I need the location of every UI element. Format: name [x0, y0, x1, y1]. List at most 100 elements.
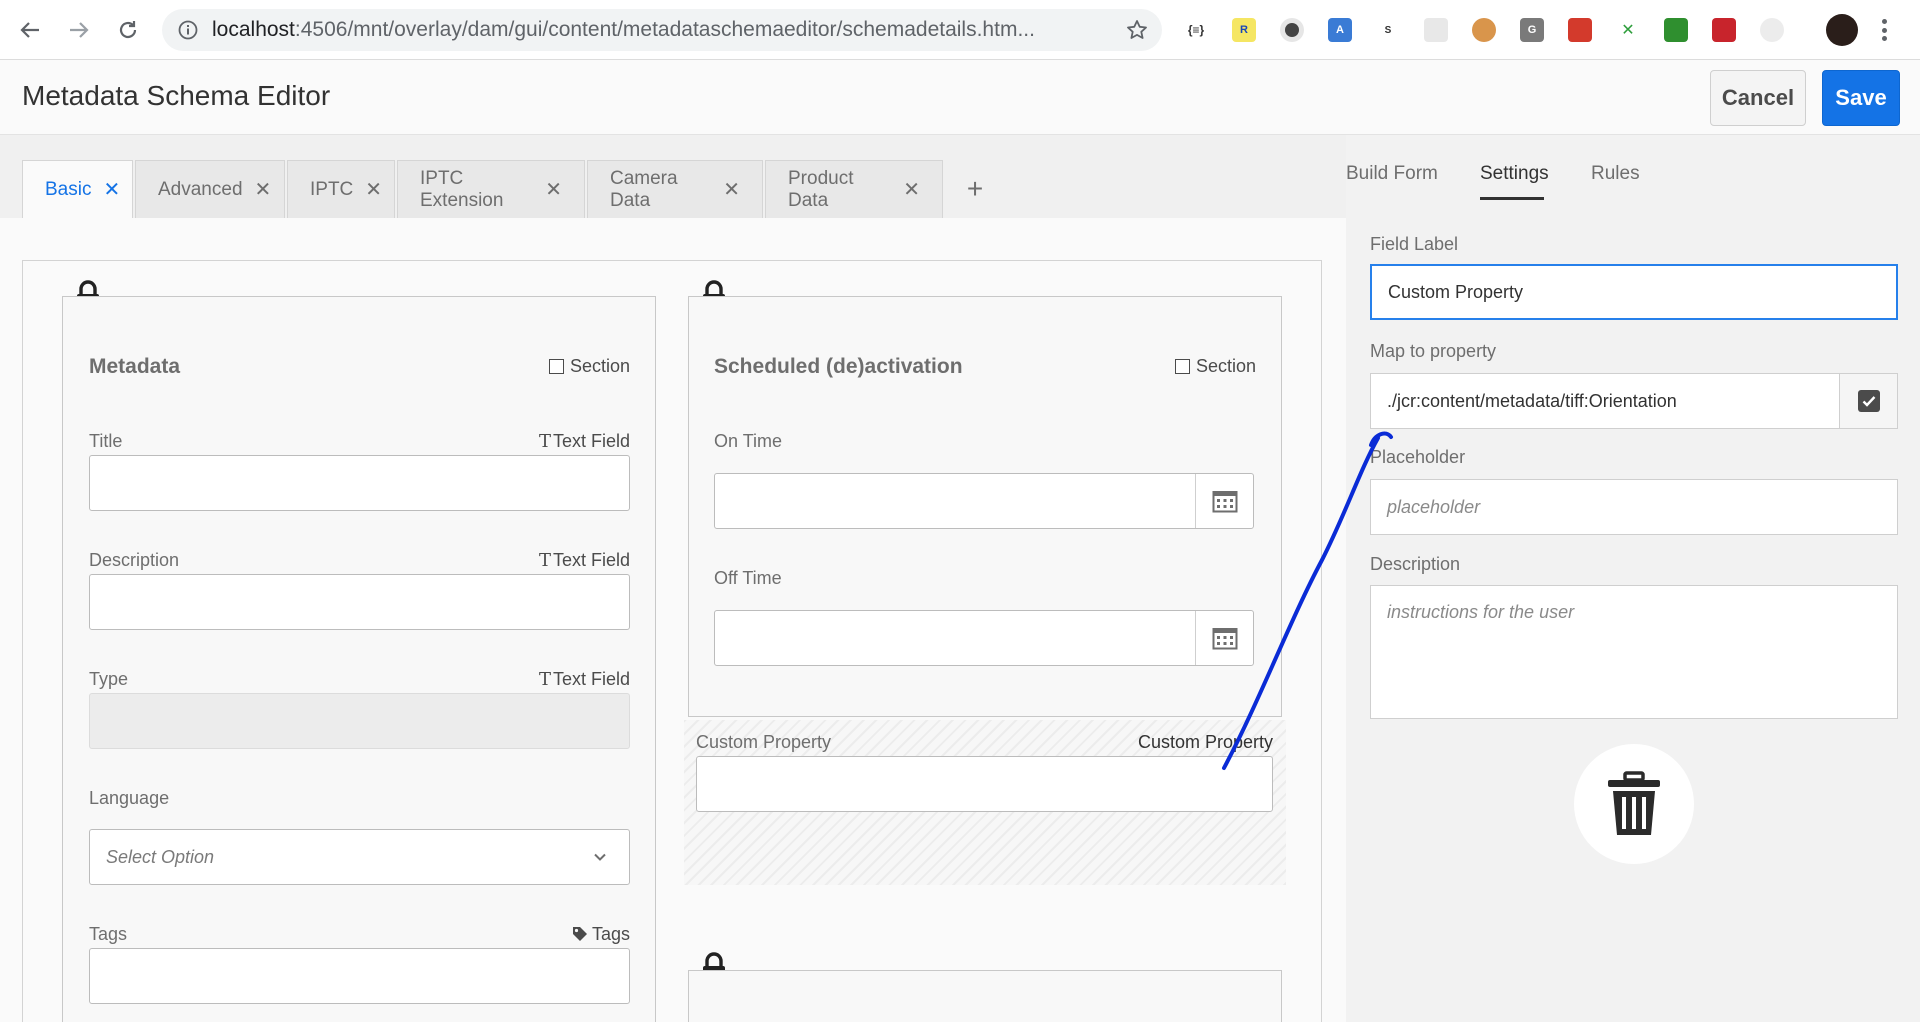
tab-iptc-extension[interactable]: IPTC Extension ✕	[397, 160, 585, 218]
back-icon[interactable]	[14, 14, 46, 46]
close-icon[interactable]: ✕	[903, 180, 920, 200]
extension-cookie-icon[interactable]	[1472, 18, 1496, 42]
field-label: Tags	[89, 924, 128, 944]
field-label: Language	[89, 788, 170, 808]
tab-label: IPTC	[310, 178, 354, 200]
field-type-label: Text Field	[552, 431, 630, 451]
browser-menu-icon[interactable]	[1878, 16, 1890, 44]
extension-json-icon[interactable]: {≡}	[1184, 18, 1208, 42]
extension-saml-icon[interactable]: S	[1376, 18, 1400, 42]
map-to-property-label: Map to property	[1370, 341, 1497, 361]
field-label-input[interactable]: Custom Property	[1370, 264, 1898, 320]
extension-circle-icon[interactable]	[1280, 18, 1304, 42]
extension-star-icon[interactable]	[1712, 18, 1736, 42]
on-time-field[interactable]	[714, 473, 1254, 529]
page-title: Metadata Schema Editor	[22, 80, 331, 111]
extension-gauge-icon[interactable]	[1760, 18, 1784, 42]
section-checkbox[interactable]: Section	[549, 356, 630, 377]
extension-chart-icon[interactable]	[1664, 18, 1688, 42]
close-icon[interactable]: ✕	[103, 180, 120, 200]
delete-field-button[interactable]	[1574, 744, 1694, 864]
description-textarea[interactable]: instructions for the user	[1370, 585, 1898, 719]
section-title: Metadata	[89, 355, 181, 378]
tab-basic[interactable]: Basic ✕	[22, 160, 133, 218]
extension-cube-icon[interactable]	[1568, 18, 1592, 42]
off-time-field[interactable]	[714, 610, 1254, 666]
placeholder-input[interactable]: placeholder	[1370, 479, 1898, 535]
reload-icon[interactable]	[112, 14, 144, 46]
tags-field[interactable]	[89, 948, 630, 1004]
extension-r-icon[interactable]: R	[1232, 18, 1256, 42]
select-placeholder: Select Option	[106, 847, 215, 867]
calendar-icon	[1212, 628, 1237, 650]
tab-product-data[interactable]: Product Data ✕	[765, 160, 943, 218]
info-icon	[178, 20, 198, 40]
chevron-down-icon	[594, 853, 606, 861]
tab-label: IPTC Extension	[420, 167, 504, 211]
extension-g-icon[interactable]: G	[1520, 18, 1544, 42]
text-field-icon: T	[538, 550, 551, 571]
field-label-label: Field Label	[1370, 234, 1459, 254]
close-icon[interactable]: ✕	[545, 180, 562, 200]
placeholder-label: Placeholder	[1370, 447, 1466, 467]
tab-label: Basic	[45, 178, 92, 200]
address-bar[interactable]: localhost:4506/mnt/overlay/dam/gui/conte…	[162, 9, 1162, 51]
text-field-icon: T	[538, 431, 551, 452]
map-property-checkbox[interactable]	[1839, 373, 1898, 429]
tab-advanced[interactable]: Advanced ✕	[135, 160, 285, 218]
tab-label: Product Data	[788, 167, 854, 211]
field-type: Custom Property	[1137, 732, 1273, 752]
url-host: localhost	[212, 18, 295, 41]
section-container[interactable]	[688, 970, 1282, 1022]
field-label: Description	[89, 550, 180, 570]
title-field[interactable]	[89, 455, 630, 511]
section-checkbox-label: Section	[570, 356, 631, 376]
browser-toolbar: localhost:4506/mnt/overlay/dam/gui/conte…	[0, 0, 1920, 60]
close-icon[interactable]: ✕	[255, 180, 272, 200]
field-type-label: Tags	[591, 924, 630, 944]
close-icon[interactable]: ✕	[365, 180, 382, 200]
description-label: Description	[1370, 554, 1461, 574]
field-type-label: Text Field	[552, 669, 630, 689]
field-type-label: Text Field	[552, 550, 630, 570]
close-icon[interactable]: ✕	[723, 180, 740, 200]
language-select[interactable]: Select Option	[89, 829, 630, 885]
tab-build-form-label: Build Form	[1346, 163, 1438, 184]
field-type: Tags	[570, 924, 630, 945]
calendar-button[interactable]	[1195, 611, 1253, 665]
cancel-button[interactable]: Cancel	[1710, 70, 1806, 126]
forward-icon[interactable]	[63, 14, 95, 46]
star-icon[interactable]	[1126, 19, 1148, 41]
custom-property-field[interactable]	[696, 756, 1273, 812]
tab-camera-data[interactable]: Camera Data ✕	[587, 160, 763, 218]
section-checkbox-label: Section	[1196, 356, 1257, 376]
field-type: T Text Field	[537, 431, 630, 452]
calendar-button[interactable]	[1195, 474, 1253, 528]
field-label: Custom Property	[696, 732, 832, 752]
add-tab-button[interactable]: +	[945, 160, 1005, 218]
extension-tools-icon[interactable]: ✕	[1616, 18, 1640, 42]
extension-mail-icon[interactable]	[1424, 18, 1448, 42]
checkbox-icon	[1857, 390, 1880, 412]
field-type: T Text Field	[537, 550, 630, 571]
tab-label: Advanced	[158, 178, 243, 200]
section-title: Scheduled (de)activation	[714, 355, 963, 378]
trash-icon	[1608, 771, 1660, 835]
tab-rules-label: Rules	[1591, 163, 1640, 184]
app-header: Metadata Schema Editor Cancel Save	[0, 60, 1920, 135]
section-checkbox[interactable]: Section	[1175, 356, 1256, 377]
extension-translate-icon[interactable]: A	[1328, 18, 1352, 42]
description-field[interactable]	[89, 574, 630, 630]
map-to-property-input[interactable]: ./jcr:content/metadata/tiff:Orientation	[1370, 373, 1840, 429]
tab-label: Camera Data	[610, 167, 678, 211]
tab-iptc[interactable]: IPTC ✕	[287, 160, 395, 218]
text-field-icon: T	[538, 669, 551, 690]
avatar[interactable]	[1826, 14, 1858, 46]
tag-icon	[572, 927, 587, 941]
metadata-section[interactable]	[62, 296, 656, 1022]
checkbox-icon[interactable]	[549, 359, 564, 374]
save-button[interactable]: Save	[1822, 70, 1900, 126]
checkbox-icon[interactable]	[1175, 359, 1190, 374]
url-path: :4506/mnt/overlay/dam/gui/content/metada…	[294, 18, 1035, 41]
active-tab-indicator	[1480, 197, 1544, 200]
